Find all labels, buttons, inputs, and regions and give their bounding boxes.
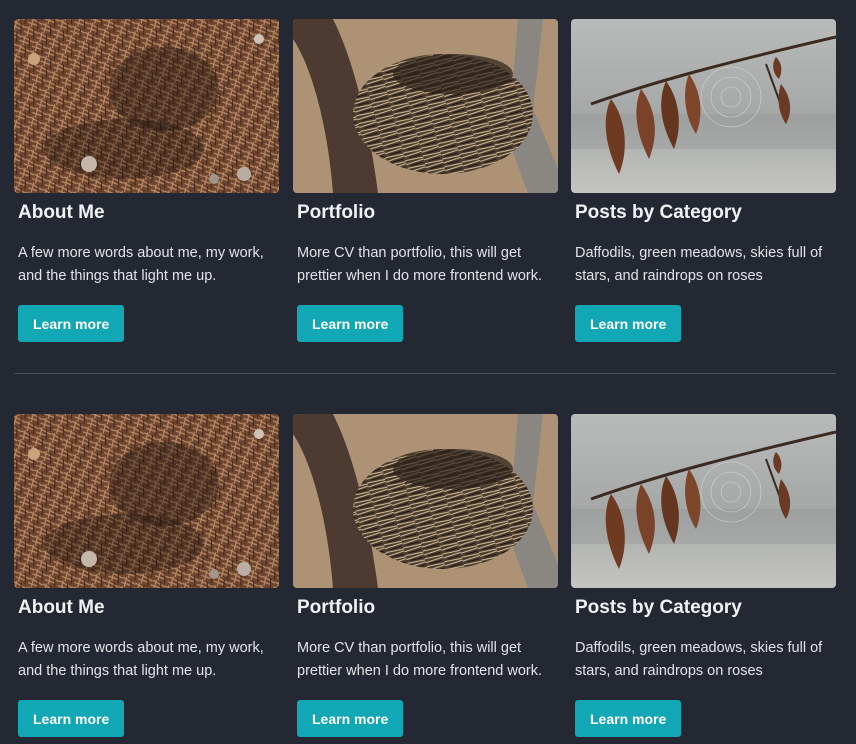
learn-more-button[interactable]: Learn more <box>575 305 682 342</box>
card-row: About Me A few more words about me, my w… <box>14 414 836 744</box>
card-description: Daffodils, green meadows, skies full of … <box>575 245 823 284</box>
dry-leaves-image <box>571 414 836 588</box>
learn-more-button[interactable]: Learn more <box>297 305 404 342</box>
card-description: A few more words about me, my work, and … <box>18 245 264 284</box>
card-title: Posts by Category <box>575 597 742 618</box>
dry-leaves-image <box>571 19 836 193</box>
learn-more-button[interactable]: Learn more <box>18 700 125 737</box>
card-row: About Me A few more words about me, my w… <box>14 19 836 349</box>
learn-more-button[interactable]: Learn more <box>18 305 125 342</box>
section-divider <box>14 373 836 374</box>
card-title: About Me <box>18 202 105 223</box>
ground-nest-image <box>14 414 279 588</box>
tree-nest-image <box>293 414 558 588</box>
card-description: A few more words about me, my work, and … <box>18 640 264 679</box>
tree-nest-image <box>293 19 558 193</box>
learn-more-button[interactable]: Learn more <box>575 700 682 737</box>
card-title: Posts by Category <box>575 202 742 223</box>
card-title: About Me <box>18 597 105 618</box>
card-description: More CV than portfolio, this will get pr… <box>297 640 543 679</box>
card-title: Portfolio <box>297 202 376 223</box>
card-description: More CV than portfolio, this will get pr… <box>297 245 543 284</box>
card-title: Portfolio <box>297 597 376 618</box>
ground-nest-image <box>14 19 279 193</box>
learn-more-button[interactable]: Learn more <box>297 700 404 737</box>
card-description: Daffodils, green meadows, skies full of … <box>575 640 823 679</box>
